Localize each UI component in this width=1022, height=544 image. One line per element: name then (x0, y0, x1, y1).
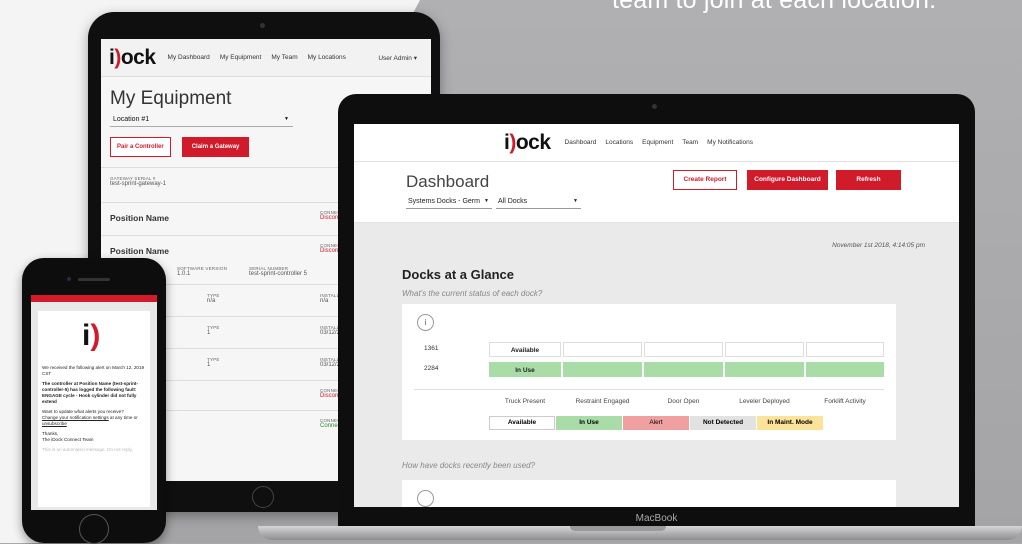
camera (260, 23, 265, 28)
nav-equipment[interactable]: Equipment (642, 139, 673, 146)
dashboard-header: Dashboard Systems Docks - Germ ▼ All Dock… (354, 162, 959, 223)
home-button[interactable] (79, 514, 109, 544)
user-menu[interactable]: User Admin ▾ (378, 54, 417, 62)
tagline: team to join at each location. (612, 0, 937, 14)
type-value: 1 (207, 362, 211, 368)
tablet-navbar: i) ock My Dashboard My Equipment My Team … (101, 39, 431, 77)
status-cell (806, 362, 884, 377)
column-header: Restraint Engaged (575, 398, 630, 405)
notification-settings-link[interactable]: Change your notification settings (42, 415, 109, 420)
chevron-down-icon: ▼ (484, 198, 489, 204)
email-card: i) We received the following alert on Ma… (38, 311, 150, 507)
email-thanks: Thanks, (42, 431, 59, 436)
docks-status-card: i 1361 Available 2284 In Use Truck Prese… (402, 304, 896, 440)
column-header: Leveler Deployed (739, 398, 790, 405)
usage-card (402, 480, 896, 507)
legend-not-detected: Not Detected (690, 416, 756, 430)
status-cell (644, 342, 723, 357)
idock-logo-icon: i) (82, 319, 101, 352)
status-cell (725, 362, 804, 377)
nav-my-locations[interactable]: My Locations (308, 54, 346, 61)
laptop-brand: MacBook (635, 513, 678, 524)
nav-team[interactable]: Team (682, 139, 698, 146)
email-alert: The controller at Position Name (test-sp… (42, 381, 138, 404)
chevron-down-icon: ▼ (284, 116, 289, 122)
timestamp: November 1st 2018, 4:14:05 pm (832, 242, 925, 249)
info-icon[interactable]: i (417, 314, 434, 331)
nav-my-dashboard[interactable]: My Dashboard (168, 54, 210, 61)
divider (414, 389, 884, 390)
phone-screen: i) We received the following alert on Ma… (31, 295, 157, 510)
column-header: Forklift Activity (824, 398, 866, 405)
status-cell (644, 362, 723, 377)
legend-in-use: In Use (556, 416, 622, 430)
email-update-question: Want to update what alerts you receive? (42, 409, 124, 414)
laptop-navbar: i) ock Dashboard Locations Equipment Team… (354, 124, 959, 162)
column-header: Door Open (667, 398, 700, 405)
claim-gateway-button[interactable]: Claim a Gateway (181, 137, 250, 157)
email-link-text: at any time or (108, 415, 138, 420)
refresh-button[interactable]: Refresh (836, 170, 901, 190)
dock-id: 2284 (424, 365, 439, 372)
dock-id: 1361 (424, 345, 439, 352)
chevron-down-icon: ▼ (573, 198, 578, 204)
phone-device: i) We received the following alert on Ma… (22, 258, 166, 544)
nav-dashboard[interactable]: Dashboard (565, 139, 597, 146)
status-cell (563, 342, 642, 357)
create-report-button[interactable]: Create Report (673, 170, 737, 190)
software-value: 1.0.1 (177, 271, 191, 277)
unsubscribe-link[interactable]: unsubscribe (42, 421, 67, 426)
legend-maintenance: In Maint. Mode (757, 416, 823, 430)
configure-dashboard-button[interactable]: Configure Dashboard (747, 170, 828, 190)
status-cell (806, 342, 884, 357)
pair-controller-button[interactable]: Pair a Controller (110, 137, 171, 157)
dock-status: In Use (489, 362, 561, 377)
column-header: Truck Present (504, 398, 546, 405)
dock-status: Available (489, 342, 561, 357)
email-team: The iDock Connect Team (42, 437, 94, 442)
location-select[interactable]: Location #1 ▼ (110, 112, 293, 127)
laptop-notch (570, 526, 666, 531)
section-title: Docks at a Glance (402, 267, 514, 282)
camera (652, 104, 657, 109)
nav-my-equipment[interactable]: My Equipment (220, 54, 262, 61)
status-cell (563, 362, 642, 377)
info-icon[interactable] (417, 490, 434, 507)
idock-logo[interactable]: i) ock (504, 131, 551, 155)
nav-locations[interactable]: Locations (605, 139, 633, 146)
serial-value: test-sprint-controller 5 (249, 271, 308, 277)
email-footer: This is an automated message. Do not rep… (42, 447, 133, 452)
nav-my-team[interactable]: My Team (271, 54, 297, 61)
legend-alert: Alert (623, 416, 689, 430)
status-cell (725, 342, 804, 357)
legend-available: Available (489, 416, 555, 430)
laptop-device: i) ock Dashboard Locations Equipment Team… (338, 94, 975, 526)
idock-logo[interactable]: i) ock (109, 46, 156, 70)
home-button[interactable] (252, 486, 274, 508)
type-value: n/a (207, 298, 216, 304)
type-value: 1 (207, 330, 211, 336)
camera (67, 277, 71, 281)
email-intro: We received the following alert on March… (42, 365, 145, 376)
section-question: What's the current status of each dock? (402, 289, 543, 298)
docks-select[interactable]: All Docks ▼ (496, 194, 581, 209)
speaker (78, 278, 110, 281)
section-question: How have docks recently been used? (402, 461, 535, 470)
location-select[interactable]: Systems Docks - Germ ▼ (406, 194, 492, 209)
laptop-base (258, 526, 1022, 540)
nav-my-notifications[interactable]: My Notifications (707, 139, 753, 146)
laptop-screen: i) ock Dashboard Locations Equipment Team… (354, 124, 959, 507)
page-title: Dashboard (406, 172, 490, 191)
email-header-bar (31, 295, 157, 302)
